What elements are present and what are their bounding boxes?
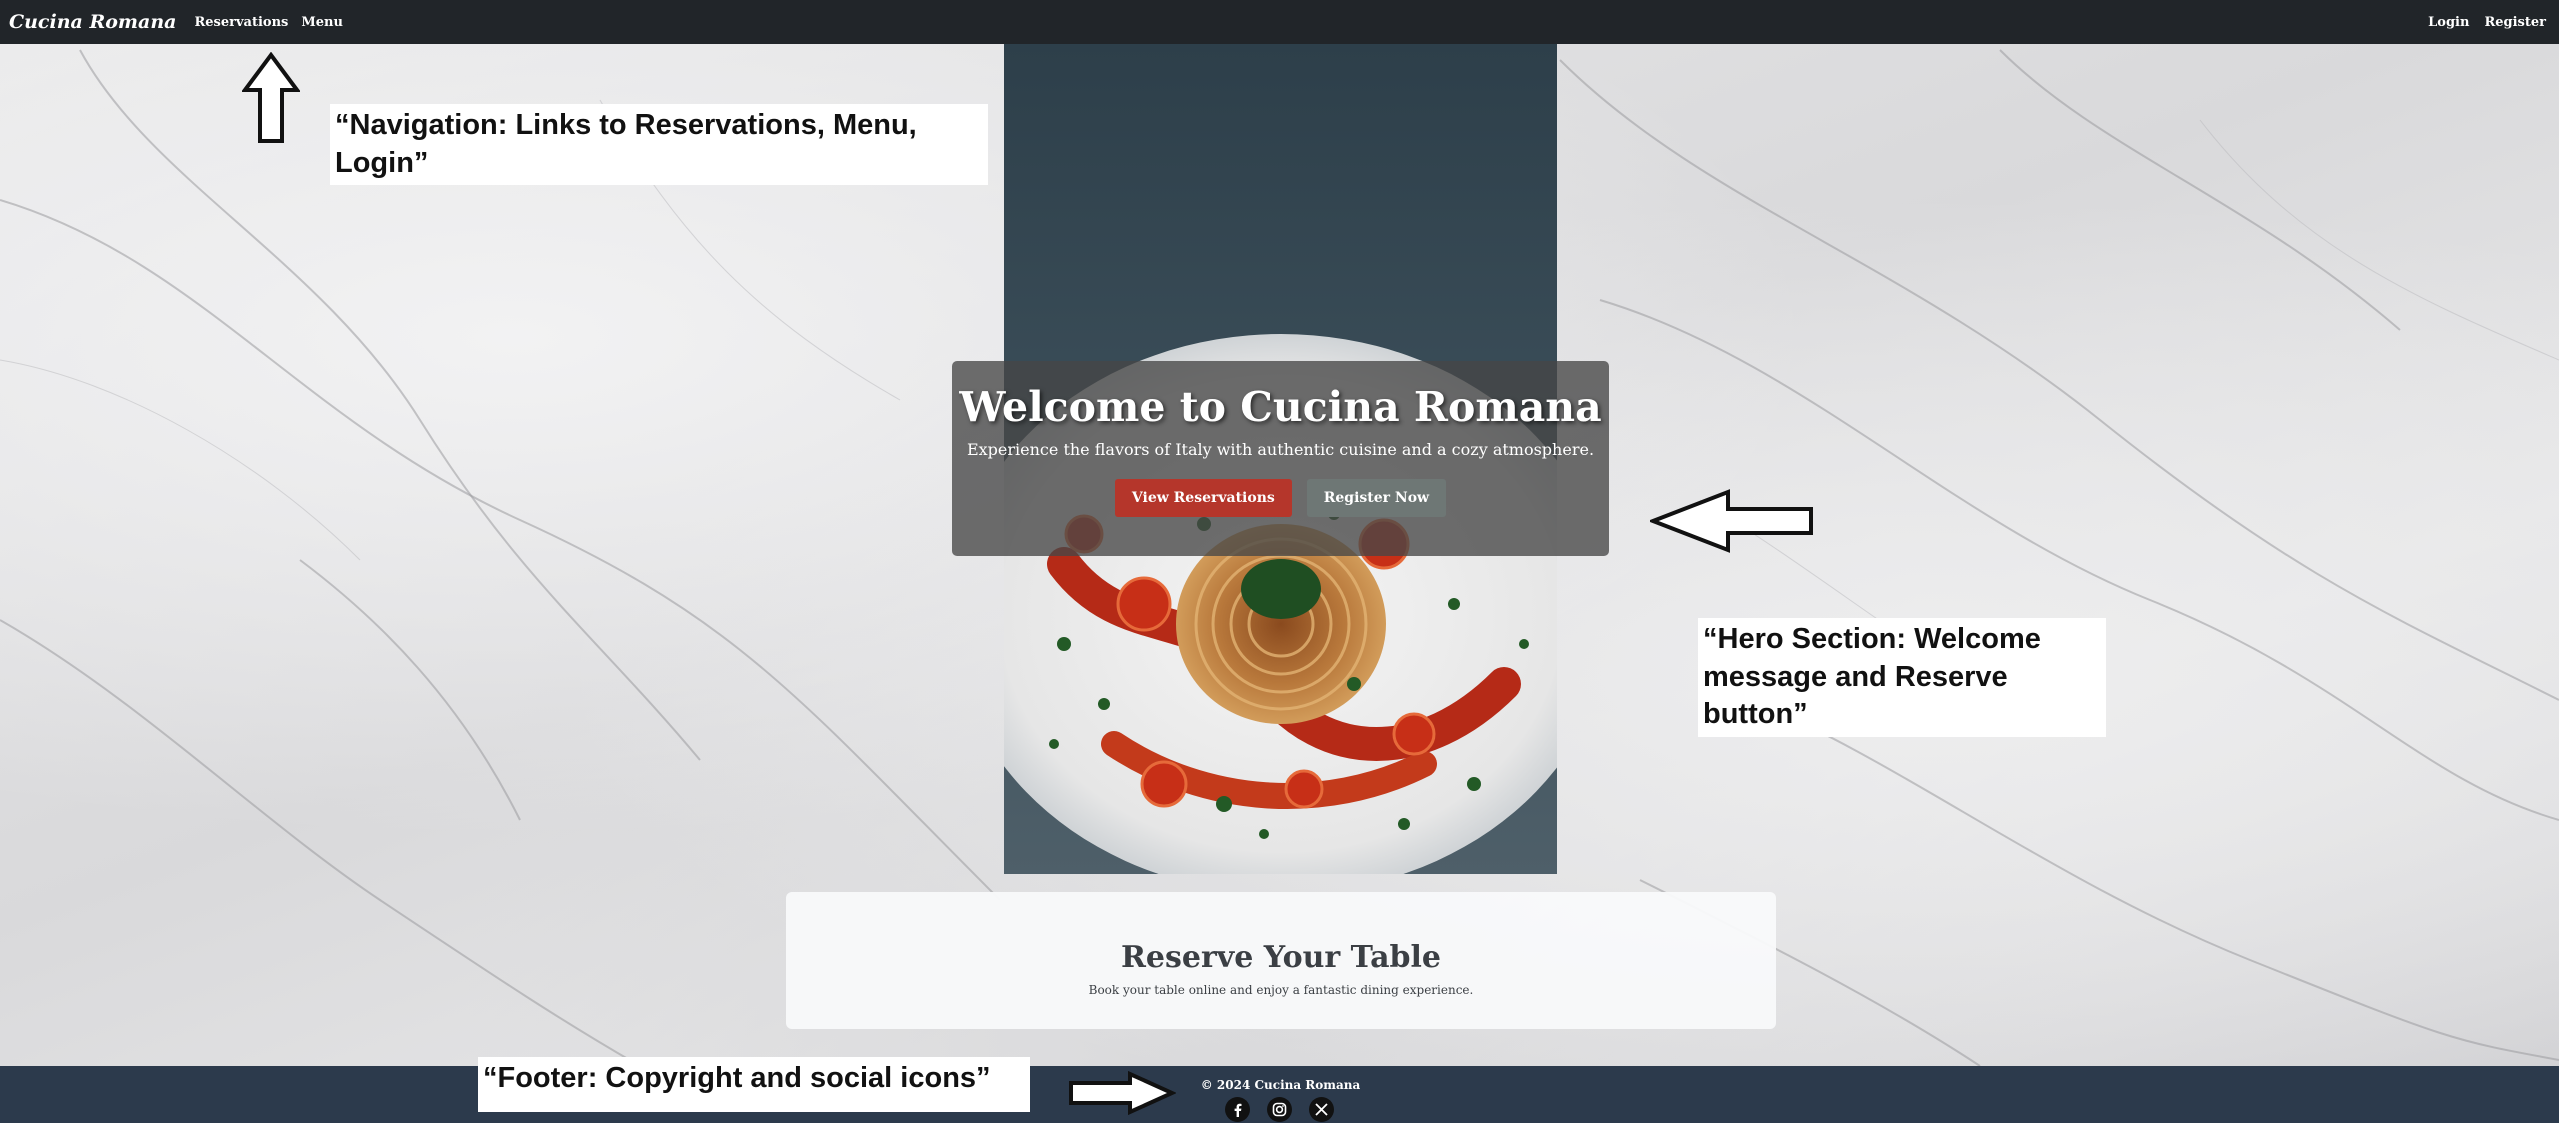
nav-login-link[interactable]: Login bbox=[2428, 15, 2469, 30]
annotation-nav-text: “Navigation: Links to Reservations, Menu… bbox=[335, 109, 917, 179]
annotation-nav: “Navigation: Links to Reservations, Menu… bbox=[330, 104, 988, 186]
hero-buttons: View Reservations Register Now bbox=[952, 479, 1609, 517]
annotation-arrow-up bbox=[242, 52, 300, 143]
nav-register-link[interactable]: Register bbox=[2484, 15, 2546, 30]
annotation-footer-text: “Footer: Copyright and social icons” bbox=[483, 1062, 991, 1094]
brand-logo[interactable]: Cucina Romana bbox=[9, 11, 176, 33]
facebook-icon[interactable] bbox=[1225, 1097, 1250, 1122]
annotation-hero-line1: “Hero Section: Welcome bbox=[1703, 623, 2041, 655]
annotation-hero-line2: message and Reserve button” bbox=[1703, 660, 2008, 731]
footer: © 2024 Cucina Romana bbox=[0, 1066, 2559, 1123]
nav-menu-link[interactable]: Menu bbox=[301, 15, 343, 30]
hero-card: Welcome to Cucina Romana Experience the … bbox=[952, 361, 1609, 556]
nav-reservations-link[interactable]: Reservations bbox=[194, 15, 288, 30]
view-reservations-button[interactable]: View Reservations bbox=[1114, 479, 1292, 517]
instagram-icon[interactable] bbox=[1267, 1097, 1292, 1122]
hero-title: Welcome to Cucina Romana bbox=[959, 383, 1602, 431]
social-icons bbox=[0, 1097, 2559, 1122]
nav-right-group: Login Register bbox=[2413, 15, 2550, 30]
annotation-hero: “Hero Section: Welcome message and Reser… bbox=[1698, 618, 2106, 738]
hero-subtitle: Experience the flavors of Italy with aut… bbox=[966, 440, 1595, 459]
annotation-footer: “Footer: Copyright and social icons” bbox=[478, 1057, 1030, 1112]
annotation-arrow-right bbox=[1069, 1071, 1176, 1115]
annotation-arrow-left bbox=[1650, 489, 1813, 553]
reserve-text: Book your table online and enjoy a fanta… bbox=[1088, 983, 1474, 997]
navbar: Cucina Romana Reservations Menu Login Re… bbox=[0, 0, 2559, 44]
footer-copyright: © 2024 Cucina Romana bbox=[1200, 1078, 1361, 1092]
x-icon[interactable] bbox=[1309, 1097, 1334, 1122]
reserve-title: Reserve Your Table bbox=[1121, 940, 1441, 975]
reserve-section: Reserve Your Table Book your table onlin… bbox=[786, 892, 1776, 1029]
register-now-button[interactable]: Register Now bbox=[1306, 479, 1447, 517]
